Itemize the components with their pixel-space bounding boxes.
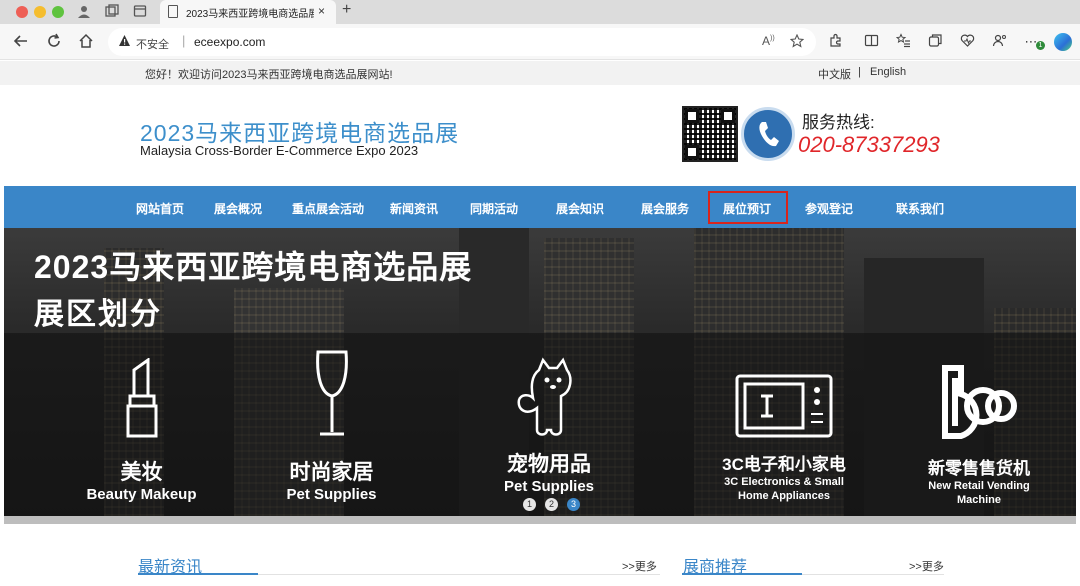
main-nav: 网站首页 展会概况 重点展会活动 新闻资讯 同期活动 展会知识 展会服务 展位预… xyxy=(4,186,1076,228)
hero-banner[interactable]: 2023马来西亚跨境电商选品展 展区划分 美妆 Beauty Makeup 时尚… xyxy=(4,228,1076,516)
slide-dot-3[interactable]: 3 xyxy=(567,498,580,511)
tab-title: 2023马来西亚跨境电商选品展|广 xyxy=(186,9,314,20)
nav-item-visitor-registration[interactable]: 参观登记 xyxy=(805,200,853,217)
tab-actions-icon[interactable] xyxy=(132,4,148,20)
welcome-text: 您好！欢迎访问2023马来西亚跨境电商选品展网站! xyxy=(145,69,393,81)
notification-badge: 1 xyxy=(1036,41,1045,50)
category-vending-en-line2: Machine xyxy=(956,494,1001,506)
hotline-label: 服务热线: xyxy=(802,113,875,132)
collections-icon[interactable] xyxy=(926,33,944,51)
split-screen-icon[interactable] xyxy=(862,33,880,51)
profile-icon[interactable] xyxy=(76,4,92,20)
category-beauty-en: Beauty Makeup xyxy=(86,486,197,503)
refresh-icon[interactable] xyxy=(45,33,63,51)
vending-logo-icon xyxy=(939,364,1019,450)
address-bar[interactable]: 不安全 | eceexpo.com A)) xyxy=(108,28,816,56)
exhibitors-more-link[interactable]: >>更多 xyxy=(909,558,944,574)
slide-dot-1[interactable]: 1 xyxy=(523,498,536,511)
wine-glass-icon xyxy=(312,348,352,440)
banner-subtitle: 展区划分 xyxy=(34,298,162,331)
phone-icon xyxy=(741,107,795,161)
exhibitors-section-title[interactable]: 展商推荐 xyxy=(683,553,747,577)
site-header: 2023马来西亚跨境电商选品展 Malaysia Cross-Border E-… xyxy=(0,85,1080,186)
page-icon xyxy=(168,5,178,18)
nav-item-booth-booking[interactable]: 展位预订 xyxy=(723,200,771,217)
nav-item-contact[interactable]: 联系我们 xyxy=(896,200,944,217)
category-home[interactable]: 时尚家居 Pet Supplies xyxy=(259,348,404,503)
new-tab-button[interactable]: + xyxy=(342,1,351,19)
home-icon[interactable] xyxy=(77,33,95,51)
category-electronics[interactable]: 3C电子和小家电 3C Electronics & Small Home App… xyxy=(704,374,864,503)
browser-essentials-icon[interactable] xyxy=(958,33,976,51)
news-more-link[interactable]: >>更多 xyxy=(622,558,657,574)
category-vending-en-line1: New Retail Vending xyxy=(928,480,1030,492)
browser-toolbar: 不安全 | eceexpo.com A)) ⋯ 1 xyxy=(0,24,1080,60)
profile-share-icon[interactable] xyxy=(990,33,1008,51)
category-pet[interactable]: 宠物用品 Pet Supplies xyxy=(474,356,624,495)
favorites-list-icon[interactable] xyxy=(894,33,912,51)
extensions-icon[interactable] xyxy=(826,33,844,51)
nav-item-news[interactable]: 新闻资讯 xyxy=(390,200,438,217)
category-vending-cn: 新零售售货机 xyxy=(928,459,1030,478)
lang-english-link[interactable]: English xyxy=(870,66,906,78)
favorite-star-icon[interactable] xyxy=(789,33,805,51)
copilot-icon[interactable] xyxy=(1054,33,1072,51)
back-icon[interactable] xyxy=(12,33,30,51)
url-text[interactable]: eceexpo.com xyxy=(194,35,265,49)
hotline-number: 020-87337293 xyxy=(798,132,940,157)
qr-code-icon xyxy=(682,106,738,162)
nav-item-services[interactable]: 展会服务 xyxy=(641,200,689,217)
security-status[interactable]: 不安全 xyxy=(136,36,169,52)
lang-separator: | xyxy=(858,66,861,78)
category-electronics-en-line1: 3C Electronics & Small xyxy=(724,476,844,488)
microwave-icon xyxy=(735,374,833,438)
browser-tab-strip: 2023马来西亚跨境电商选品展|广 × + xyxy=(0,0,1080,24)
workspaces-icon[interactable] xyxy=(104,4,120,20)
lang-chinese-link[interactable]: 中文版 xyxy=(818,66,851,82)
read-aloud-icon[interactable]: A)) xyxy=(762,34,775,48)
lipstick-icon xyxy=(122,357,162,438)
category-pet-cn: 宠物用品 xyxy=(507,453,591,476)
nav-item-home[interactable]: 网站首页 xyxy=(136,200,184,217)
brand-title-en: Malaysia Cross-Border E-Commerce Expo 20… xyxy=(140,143,419,158)
nav-item-concurrent-events[interactable]: 同期活动 xyxy=(470,200,518,217)
banner-bottom-strip xyxy=(4,516,1076,524)
nav-item-key-events[interactable]: 重点展会活动 xyxy=(292,200,364,217)
category-home-en: Pet Supplies xyxy=(286,486,377,503)
banner-title: 2023马来西亚跨境电商选品展 xyxy=(34,249,473,285)
slide-dot-2[interactable]: 2 xyxy=(545,498,558,511)
category-beauty-cn: 美妆 xyxy=(120,461,163,484)
category-beauty[interactable]: 美妆 Beauty Makeup xyxy=(74,357,209,503)
category-electronics-en-line2: Home Appliances xyxy=(738,490,830,502)
close-tab-icon[interactable]: × xyxy=(318,4,325,18)
category-vending[interactable]: 新零售售货机 New Retail Vending Machine xyxy=(909,364,1049,507)
read-aloud-label: A xyxy=(762,34,771,48)
category-home-cn: 时尚家居 xyxy=(289,461,374,484)
category-electronics-cn: 3C电子和小家电 xyxy=(722,455,846,474)
active-tab[interactable]: 2023马来西亚跨境电商选品展|广 × xyxy=(160,0,336,24)
site-top-bar: 您好！欢迎访问2023马来西亚跨境电商选品展网站! 中文版 | English xyxy=(0,61,1080,85)
nav-item-overview[interactable]: 展会概况 xyxy=(214,200,262,217)
nav-item-knowledge[interactable]: 展会知识 xyxy=(556,200,604,217)
close-window-button[interactable] xyxy=(16,6,28,18)
minimize-window-button[interactable] xyxy=(34,6,46,18)
dog-icon xyxy=(509,356,589,440)
news-section-title[interactable]: 最新资讯 xyxy=(138,553,202,577)
address-separator: | xyxy=(182,33,186,48)
maximize-window-button[interactable] xyxy=(52,6,64,18)
warning-icon[interactable] xyxy=(118,34,131,50)
category-pet-en: Pet Supplies xyxy=(503,478,595,495)
